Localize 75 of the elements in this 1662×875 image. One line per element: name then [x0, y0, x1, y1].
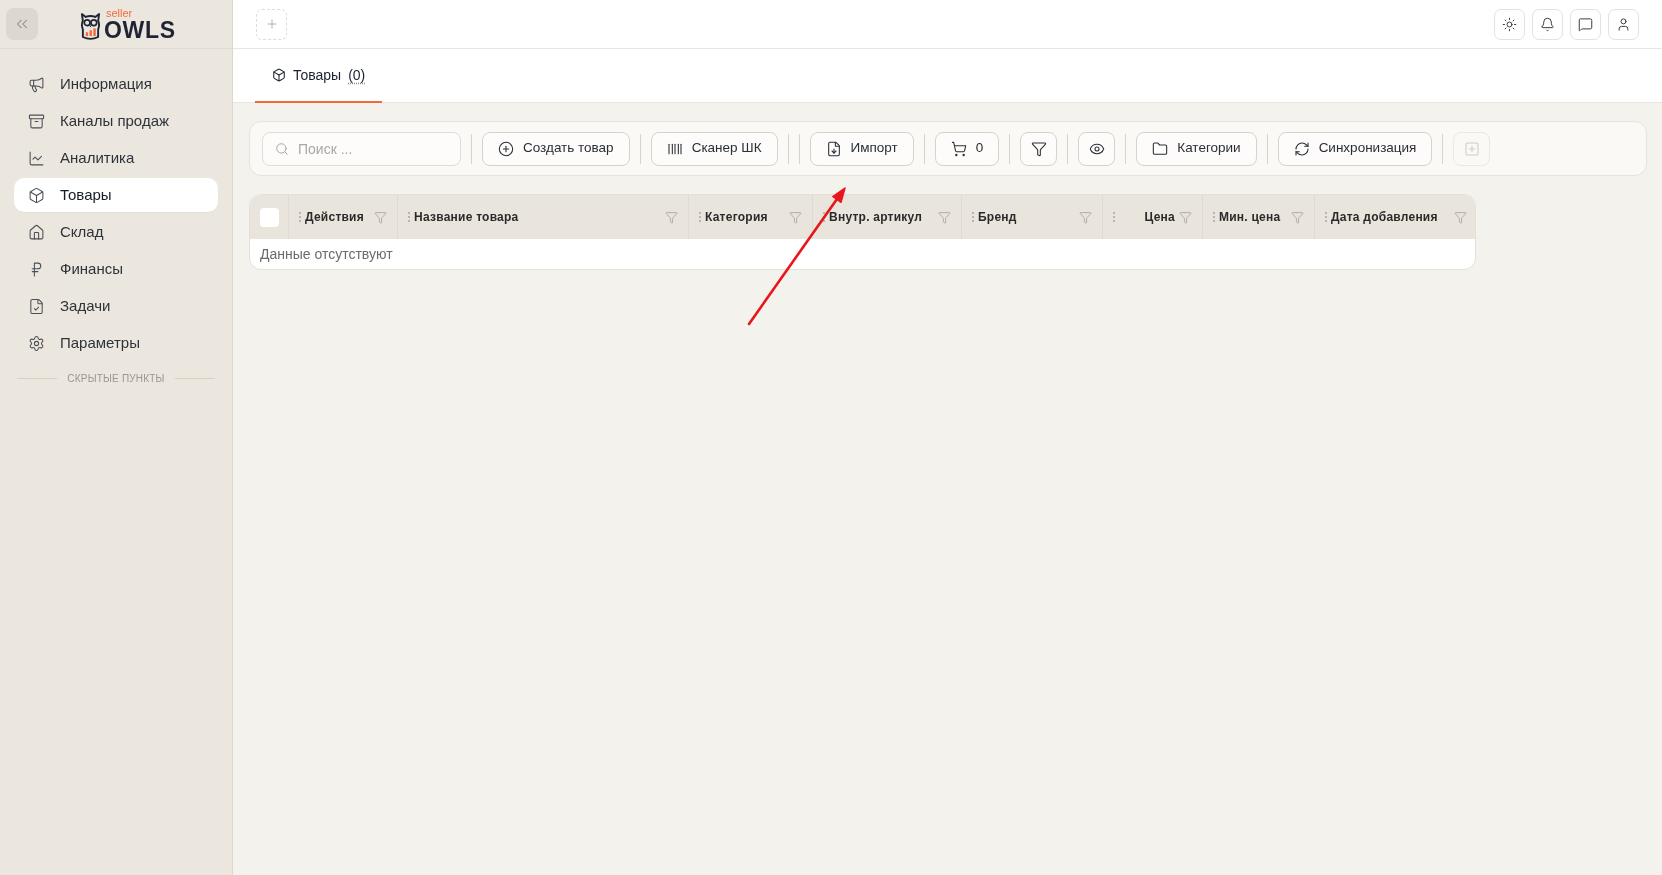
filter-icon[interactable]	[1291, 210, 1304, 224]
barcode-scanner-button[interactable]: Сканер ШК	[650, 131, 778, 166]
cart-icon	[950, 140, 967, 157]
folder-icon	[1152, 140, 1169, 157]
notifications-button[interactable]	[1532, 8, 1563, 40]
line-chart-icon	[28, 149, 45, 167]
filter-icon[interactable]	[789, 210, 802, 224]
cube-icon	[272, 68, 286, 82]
nav-item[interactable]: Информация	[14, 67, 218, 101]
tab[interactable]: Товары (0)	[255, 49, 383, 103]
drag-handle-icon[interactable]	[1325, 212, 1327, 222]
nav-item[interactable]: Параметры	[14, 326, 218, 360]
plus-circle-icon	[498, 140, 514, 157]
megaphone-icon	[28, 75, 45, 93]
logo-tagline: seller	[106, 7, 134, 19]
messages-button[interactable]	[1570, 8, 1601, 40]
file-download-icon	[825, 140, 842, 157]
sync-button[interactable]: Синхронизация	[1277, 131, 1433, 166]
filter-icon	[1030, 140, 1047, 157]
nav-item[interactable]: Каналы продаж	[14, 104, 218, 138]
column-title: Внутр. артикул	[829, 209, 923, 226]
search-field[interactable]: Поиск ...	[262, 131, 461, 166]
filter-icon[interactable]	[938, 210, 951, 224]
column-title: Дата добавления	[1331, 209, 1438, 226]
nav-item[interactable]: Товары	[14, 178, 218, 212]
nav-item[interactable]: Финансы	[14, 252, 218, 286]
owl-logo-icon	[80, 11, 101, 41]
drag-handle-icon[interactable]	[1113, 212, 1115, 222]
column-title: Название товара	[414, 209, 519, 226]
empty-state-text: Данные отсутствуют	[260, 244, 393, 264]
plus-square-icon	[1463, 140, 1480, 157]
import-button[interactable]: Импорт	[809, 131, 914, 166]
collapse-sidebar-button[interactable]	[6, 8, 38, 40]
add-tab-button[interactable]	[256, 8, 287, 40]
drag-handle-icon[interactable]	[699, 212, 701, 222]
drag-handle-icon[interactable]	[408, 212, 410, 222]
column-title: Действия	[305, 209, 364, 226]
drag-handle-icon[interactable]	[1213, 212, 1215, 222]
hidden-items-label: СКРЫТЫЕ ПУНКТЫ	[67, 372, 165, 386]
archive-box-icon	[28, 112, 45, 130]
filter-icon[interactable]	[374, 210, 387, 224]
create-product-button[interactable]: Создать товар	[482, 131, 630, 166]
profile-button[interactable]	[1608, 8, 1639, 40]
refresh-icon	[1293, 140, 1310, 157]
chat-bubble-icon	[1578, 16, 1593, 32]
search-icon	[275, 141, 289, 156]
theme-toggle-button[interactable]	[1494, 8, 1525, 40]
cube-icon	[28, 186, 45, 204]
checked-document-icon	[28, 297, 45, 315]
column-title: Цена	[1144, 209, 1175, 226]
drag-handle-icon[interactable]	[299, 212, 301, 222]
column-title: Категория	[705, 209, 768, 226]
filter-icon[interactable]	[1454, 210, 1467, 224]
filter-icon[interactable]	[665, 210, 678, 224]
user-icon	[1616, 16, 1631, 32]
bell-icon	[1540, 16, 1555, 32]
nav-item[interactable]: Аналитика	[14, 141, 218, 175]
settings-icon	[28, 334, 45, 352]
drag-handle-icon[interactable]	[972, 212, 974, 222]
column-title: Бренд	[978, 209, 1017, 226]
filter-button[interactable]	[1020, 131, 1058, 166]
sun-icon	[1502, 16, 1517, 32]
house-icon	[28, 223, 45, 241]
categories-button[interactable]: Категории	[1136, 131, 1257, 166]
filter-icon[interactable]	[1079, 210, 1092, 224]
nav-item[interactable]: Задачи	[14, 289, 218, 323]
logo-wordmark: OWLS	[104, 18, 176, 41]
cart-button[interactable]: 0	[934, 131, 1000, 166]
filter-icon[interactable]	[1179, 210, 1192, 224]
nav-item[interactable]: Склад	[14, 215, 218, 249]
visibility-button[interactable]	[1078, 131, 1116, 166]
drag-handle-icon[interactable]	[823, 212, 825, 222]
column-title: Мин. цена	[1219, 209, 1281, 226]
select-all-checkbox[interactable]	[259, 207, 279, 227]
plus-icon	[264, 17, 279, 31]
